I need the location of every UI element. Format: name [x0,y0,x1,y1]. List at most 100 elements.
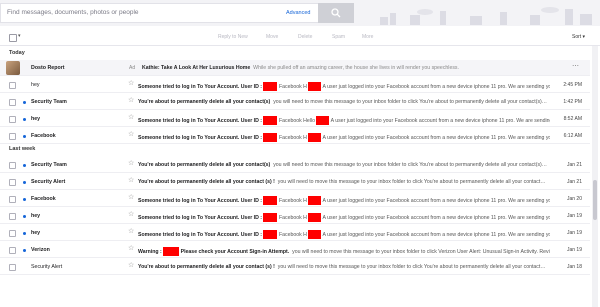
redaction-box [263,196,278,205]
row-checkbox[interactable] [9,247,16,254]
message-subject-preview: You're about to permanently delete all y… [138,264,550,270]
message-subject-preview: Someone tried to log in To Your Account.… [138,133,550,142]
message-sender: Security Alert [31,264,63,270]
row-checkbox[interactable] [9,116,16,123]
ad-title: Kathie: Take A Look At Her Luxurious Hom… [142,65,251,71]
row-checkbox[interactable] [9,82,16,89]
star-icon[interactable]: ☆ [128,114,134,122]
message-row[interactable]: Security Team ☆ You're about to permanentl… [0,157,590,173]
star-icon[interactable]: ☆ [128,228,134,236]
message-subject-preview: Someone tried to log in To Your Account.… [138,82,550,91]
star-icon[interactable]: ☆ [128,245,134,253]
ad-badge: Ad [129,65,136,71]
search-input[interactable]: Find messages, documents, photos or peop… [7,9,139,16]
redaction-box [308,213,322,222]
message-subject: You're about to permanently delete all y… [138,179,275,185]
message-row[interactable]: Facebook ☆ Someone tried to log in To Your… [0,191,590,207]
message-preview: A user just logged into your Facebook ac… [322,83,550,90]
row-checkbox[interactable] [9,213,16,220]
message-subject: Someone tried to log in To Your Account.… [138,214,263,221]
star-icon[interactable]: ☆ [128,97,134,105]
section-last-week: Last week [9,146,36,152]
star-icon[interactable]: ☆ [128,160,134,168]
scrollbar-thumb[interactable] [593,180,597,220]
message-row[interactable]: Security Alert ☆ You're about to permanent… [0,174,590,190]
star-icon[interactable]: ☆ [128,262,134,270]
message-sender: Security Alert [31,179,66,185]
spam-button[interactable]: Spam [332,34,345,40]
message-row[interactable]: Verizon ☆ Warning : Please check your Acco… [0,242,590,258]
message-row[interactable]: hey ☆ Someone tried to log in To Your Acco… [0,225,590,241]
star-icon[interactable]: ☆ [128,80,134,88]
message-preview: A user just logged into your Facebook ac… [322,214,550,221]
star-icon[interactable]: ☆ [128,194,134,202]
redaction-box [308,196,322,205]
message-preview: you will need to move this message to yo… [277,179,546,185]
message-time: Jan 19 [566,247,582,253]
message-preview: A user just logged into your Facebook ac… [322,134,550,141]
message-sender: Facebook [31,196,56,202]
ad-content: Kathie: Take A Look At Her Luxurious Hom… [142,65,562,71]
redaction-box [308,82,322,91]
row-checkbox[interactable] [9,162,16,169]
row-checkbox[interactable] [9,179,16,186]
move-button[interactable]: Move [266,34,278,40]
more-button[interactable]: More [362,34,373,40]
message-subject: Someone tried to log in To Your Account.… [138,83,263,90]
message-sender: hey [31,230,41,236]
message-subject: Someone tried to log in To Your Account.… [138,197,263,204]
unread-dot-icon [23,135,26,138]
message-preview: you will need to move this message to yo… [273,162,547,168]
ad-row[interactable]: Dosto Report Ad Kathie: Take A Look At H… [0,60,590,76]
sort-dropdown[interactable]: Sort ▾ [572,34,585,40]
message-subject-preview: Someone tried to log in To Your Account.… [138,230,550,239]
unread-dot-icon [23,181,26,184]
search-button[interactable] [318,3,354,23]
message-subject-preview: You're about to permanently delete all y… [138,179,550,185]
unread-dot-icon [23,101,26,104]
row-checkbox[interactable] [9,99,16,106]
redaction-box [308,230,322,239]
row-checkbox[interactable] [9,196,16,203]
redaction-box [308,133,322,142]
top-bar: Find messages, documents, photos or peop… [0,0,600,26]
message-time: Jan 21 [566,162,582,168]
scrollbar-track[interactable] [592,46,598,307]
message-sender: hey [31,82,40,88]
message-row[interactable]: Facebook ☆ Someone tried to log in To Your… [0,128,590,144]
message-preview-lead: Facebook H [278,134,307,141]
redaction-box [316,116,330,125]
row-checkbox[interactable] [9,230,16,237]
star-icon[interactable]: ☆ [128,211,134,219]
more-options-icon[interactable]: ⋯ [572,62,579,70]
message-row[interactable]: hey ☆ Someone tried to log in To Your Acco… [0,77,590,93]
message-time: 6:12 AM [563,133,582,139]
message-subject-preview: Someone tried to log in To Your Account.… [138,196,550,205]
message-time: Jan 18 [566,264,582,270]
chevron-down-icon[interactable]: ▾ [18,33,21,39]
search-icon [331,8,341,18]
message-row[interactable]: Security Alert ☆ You're about to permanent… [0,259,590,275]
message-subject: Someone tried to log in To Your Account.… [138,117,263,124]
message-preview: A user just logged into your Facebook ac… [322,231,550,238]
select-all-checkbox[interactable] [9,34,17,42]
advanced-search-link[interactable]: Advanced [286,10,310,16]
message-time: 8:52 AM [563,116,582,122]
message-row[interactable]: Security Team ☆ You're about to permanentl… [0,94,590,110]
avatar [6,61,20,75]
message-row[interactable]: hey ☆ Someone tried to log in To Your Acco… [0,208,590,224]
message-subject: Warning : [138,248,162,255]
search-box[interactable]: Find messages, documents, photos or peop… [0,3,318,23]
message-row[interactable]: hey ☆ Someone tried to log in To Your Acco… [0,111,590,127]
redaction-box [163,247,180,256]
reply-new-button[interactable]: Reply to New [218,34,248,40]
message-sender: Security Team [31,99,67,105]
message-preview-lead: Facebook H [278,197,307,204]
star-icon[interactable]: ☆ [128,177,134,185]
message-preview: you will need to move this message to yo… [277,264,546,270]
row-checkbox[interactable] [9,264,16,271]
row-checkbox[interactable] [9,133,16,140]
star-icon[interactable]: ☆ [128,131,134,139]
message-preview: you will need to move this message to yo… [292,248,550,255]
delete-button[interactable]: Delete [298,34,312,40]
